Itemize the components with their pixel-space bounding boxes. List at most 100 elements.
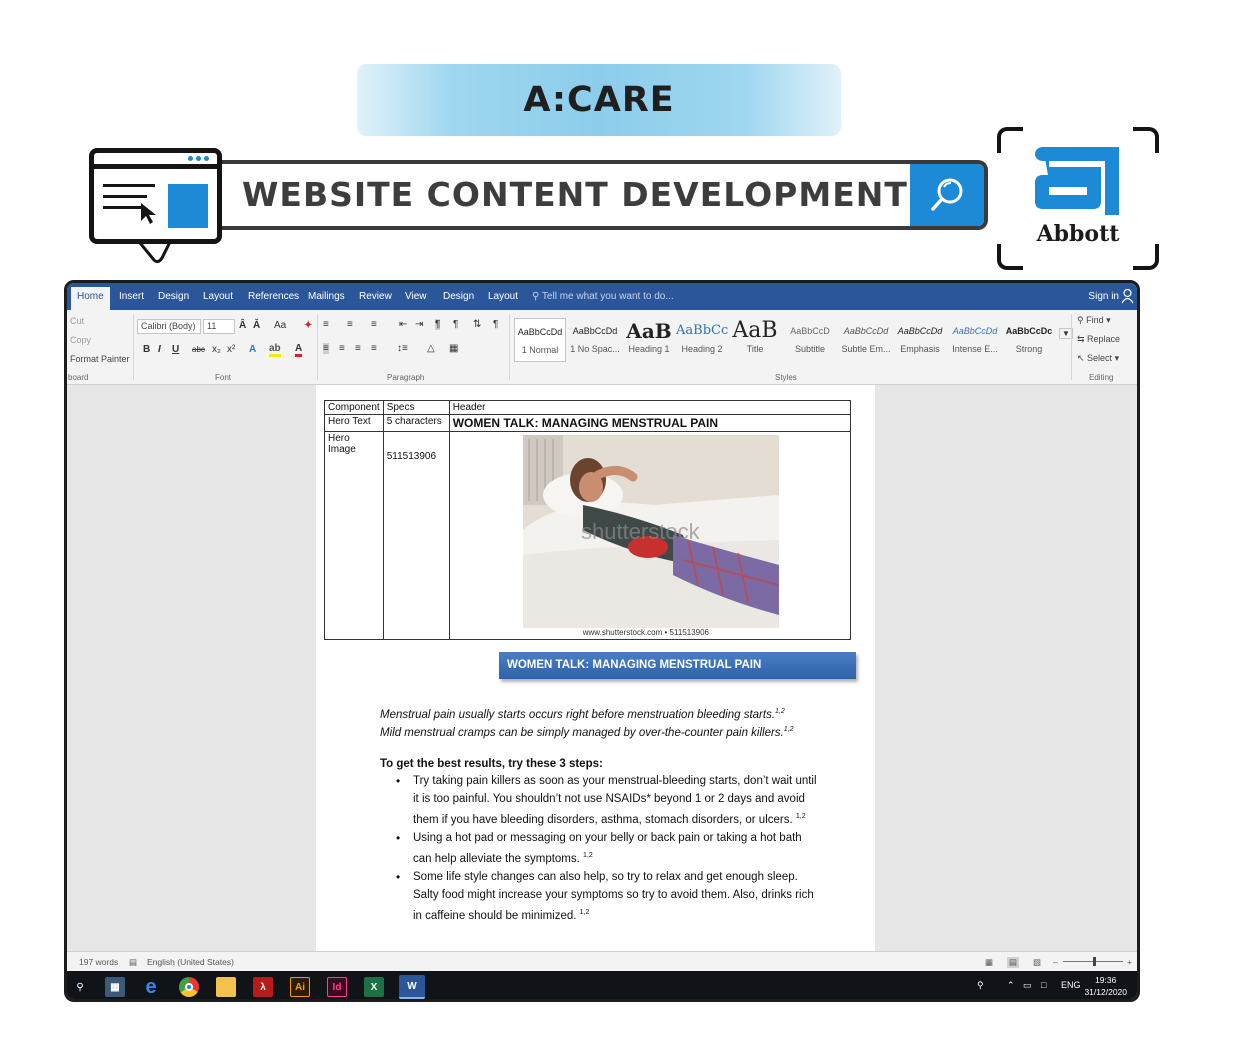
cut-button[interactable]: Cut: [70, 316, 84, 326]
clock[interactable]: 19:36 31/12/2020: [1084, 974, 1127, 998]
excel-icon[interactable]: X: [364, 977, 384, 997]
justify-icon[interactable]: ≡: [371, 343, 377, 354]
rtl-icon[interactable]: ¶: [453, 319, 458, 330]
shading-icon[interactable]: △: [427, 343, 435, 354]
zoom-in-icon[interactable]: +: [1127, 957, 1132, 967]
style-title[interactable]: AaB Title: [730, 318, 780, 362]
zoom-out-icon[interactable]: –: [1053, 957, 1058, 967]
chrome-icon[interactable]: [179, 977, 199, 997]
select-button[interactable]: ↖ Select ▾: [1077, 353, 1119, 364]
word-window: Home Insert Design Layout References Mai…: [64, 280, 1140, 1002]
tab-insert[interactable]: Insert: [119, 291, 144, 302]
text-effects-icon[interactable]: A: [249, 344, 256, 355]
increase-indent-icon[interactable]: ⇥: [415, 319, 423, 330]
style-subtle-emphasis[interactable]: AaBbCcDd Subtle Em...: [838, 318, 894, 362]
search-bar[interactable]: WEBSITE CONTENT DEVELOPMENT: [210, 160, 988, 230]
language-status[interactable]: English (United States): [147, 957, 234, 967]
search-button[interactable]: [910, 164, 984, 226]
proofing-icon[interactable]: ▤: [129, 957, 137, 968]
show-marks-icon[interactable]: ¶: [493, 319, 498, 330]
style-strong[interactable]: AaBbCcDc Strong: [1002, 318, 1056, 362]
word-count[interactable]: 197 words: [79, 957, 118, 967]
document-area[interactable]: Component Specs Header Hero Text 5 chara…: [67, 385, 1137, 951]
intro-line-2: Mild menstrual cramps can be simply mana…: [380, 721, 793, 742]
editing-group-label: Editing: [1089, 373, 1114, 382]
tab-table-layout[interactable]: Layout: [488, 291, 518, 302]
select-label: Select: [1087, 353, 1113, 363]
tab-references[interactable]: References: [248, 291, 299, 302]
brand-logo-frame: Abbott: [997, 127, 1159, 270]
tab-view[interactable]: View: [405, 291, 427, 302]
file-explorer-icon[interactable]: [216, 977, 236, 997]
word-taskbar-icon[interactable]: W: [399, 975, 425, 999]
search-icon[interactable]: ⚲: [70, 977, 90, 997]
highlight-icon[interactable]: ab: [269, 343, 281, 357]
battery-icon[interactable]: ▭: [1023, 980, 1032, 991]
align-left-icon[interactable]: ≡: [323, 343, 329, 354]
line-spacing-icon[interactable]: ↕≡: [397, 343, 408, 354]
style-heading-1[interactable]: AaB Heading 1: [624, 318, 674, 362]
indesign-icon[interactable]: Id: [327, 977, 347, 997]
shrink-font-icon[interactable]: Ǎ: [253, 320, 260, 331]
acrobat-icon[interactable]: λ: [253, 977, 273, 997]
find-button[interactable]: ⚲ Find ▾: [1077, 315, 1111, 326]
web-layout-icon[interactable]: ▧: [1033, 957, 1041, 968]
tab-review[interactable]: Review: [359, 291, 392, 302]
tab-design[interactable]: Design: [158, 291, 189, 302]
align-center-icon[interactable]: ≡: [339, 343, 345, 354]
align-right-icon[interactable]: ≡: [355, 343, 361, 354]
read-mode-icon[interactable]: ▦: [985, 957, 993, 968]
style-intense-emphasis[interactable]: AaBbCcDd Intense E...: [948, 318, 1002, 362]
ltr-icon[interactable]: ¶: [435, 319, 441, 330]
calculator-icon[interactable]: ▦: [105, 977, 125, 997]
bold-icon[interactable]: B: [143, 344, 150, 355]
print-layout-icon[interactable]: ▤: [1007, 957, 1020, 968]
tab-home[interactable]: Home: [71, 287, 110, 310]
font-family-select[interactable]: Calibri (Body): [137, 319, 201, 334]
tab-layout[interactable]: Layout: [203, 291, 233, 302]
edge-browser-icon[interactable]: e: [141, 976, 161, 998]
style-subtitle[interactable]: AaBbCcD Subtitle: [783, 318, 837, 362]
numbering-icon[interactable]: ≡: [347, 319, 353, 330]
hero-image-cell: shutterstock www.shutterstock.com • 5115…: [448, 431, 852, 640]
volume-icon[interactable]: □: [1041, 980, 1046, 990]
table-row: Hero Image 511513906 shutterstock www.sh…: [324, 431, 852, 640]
zoom-slider-thumb[interactable]: [1093, 957, 1096, 966]
people-icon[interactable]: ⚲: [977, 980, 984, 991]
bullets-icon[interactable]: ≡: [323, 319, 329, 330]
language-indicator[interactable]: ENG: [1061, 980, 1081, 990]
clear-format-icon[interactable]: ✦: [304, 320, 312, 331]
speech-tail: [136, 238, 174, 264]
underline-icon[interactable]: U: [172, 344, 179, 355]
style-normal[interactable]: AaBbCcDd 1 Normal: [514, 318, 566, 362]
multilevel-list-icon[interactable]: ≡: [371, 319, 377, 330]
tray-chevron-icon[interactable]: ⌃: [1007, 980, 1015, 991]
decrease-indent-icon[interactable]: ⇤: [399, 319, 407, 330]
font-size-select[interactable]: 11: [203, 319, 235, 334]
superscript-icon[interactable]: x²: [227, 344, 235, 355]
illustrator-icon[interactable]: Ai: [290, 977, 310, 997]
document-page[interactable]: Component Specs Header Hero Text 5 chara…: [316, 385, 875, 951]
italic-icon[interactable]: I: [158, 344, 161, 355]
sort-icon[interactable]: ⇅: [473, 319, 481, 330]
content-spec-table: Component Specs Header Hero Text 5 chara…: [324, 400, 852, 640]
tell-me-box[interactable]: ⚲ Tell me what you want to do...: [532, 291, 674, 302]
tab-table-design[interactable]: Design: [443, 291, 474, 302]
style-emphasis[interactable]: AaBbCcDd Emphasis: [894, 318, 946, 362]
change-case-icon[interactable]: Aa: [274, 320, 286, 331]
replace-button[interactable]: ⇆ Replace: [1077, 334, 1120, 345]
grow-font-icon[interactable]: Â: [239, 320, 246, 331]
strikethrough-icon[interactable]: abc: [192, 345, 205, 354]
tab-mailings[interactable]: Mailings: [308, 291, 345, 302]
sign-in-link[interactable]: Sign in: [1088, 291, 1119, 302]
subscript-icon[interactable]: x₂: [212, 344, 221, 355]
font-color-icon[interactable]: A: [295, 343, 303, 357]
reference-sup: 1,2: [583, 851, 593, 859]
copy-button[interactable]: Copy: [70, 335, 91, 345]
reference-sup: 1,2: [775, 708, 785, 715]
style-heading-2[interactable]: AaBbCc Heading 2: [676, 318, 728, 362]
borders-icon[interactable]: ▦: [449, 343, 458, 354]
format-painter-button[interactable]: Format Painter: [70, 354, 130, 364]
person-icon[interactable]: [1121, 288, 1134, 304]
style-no-spacing[interactable]: AaBbCcDd 1 No Spac...: [568, 318, 622, 362]
